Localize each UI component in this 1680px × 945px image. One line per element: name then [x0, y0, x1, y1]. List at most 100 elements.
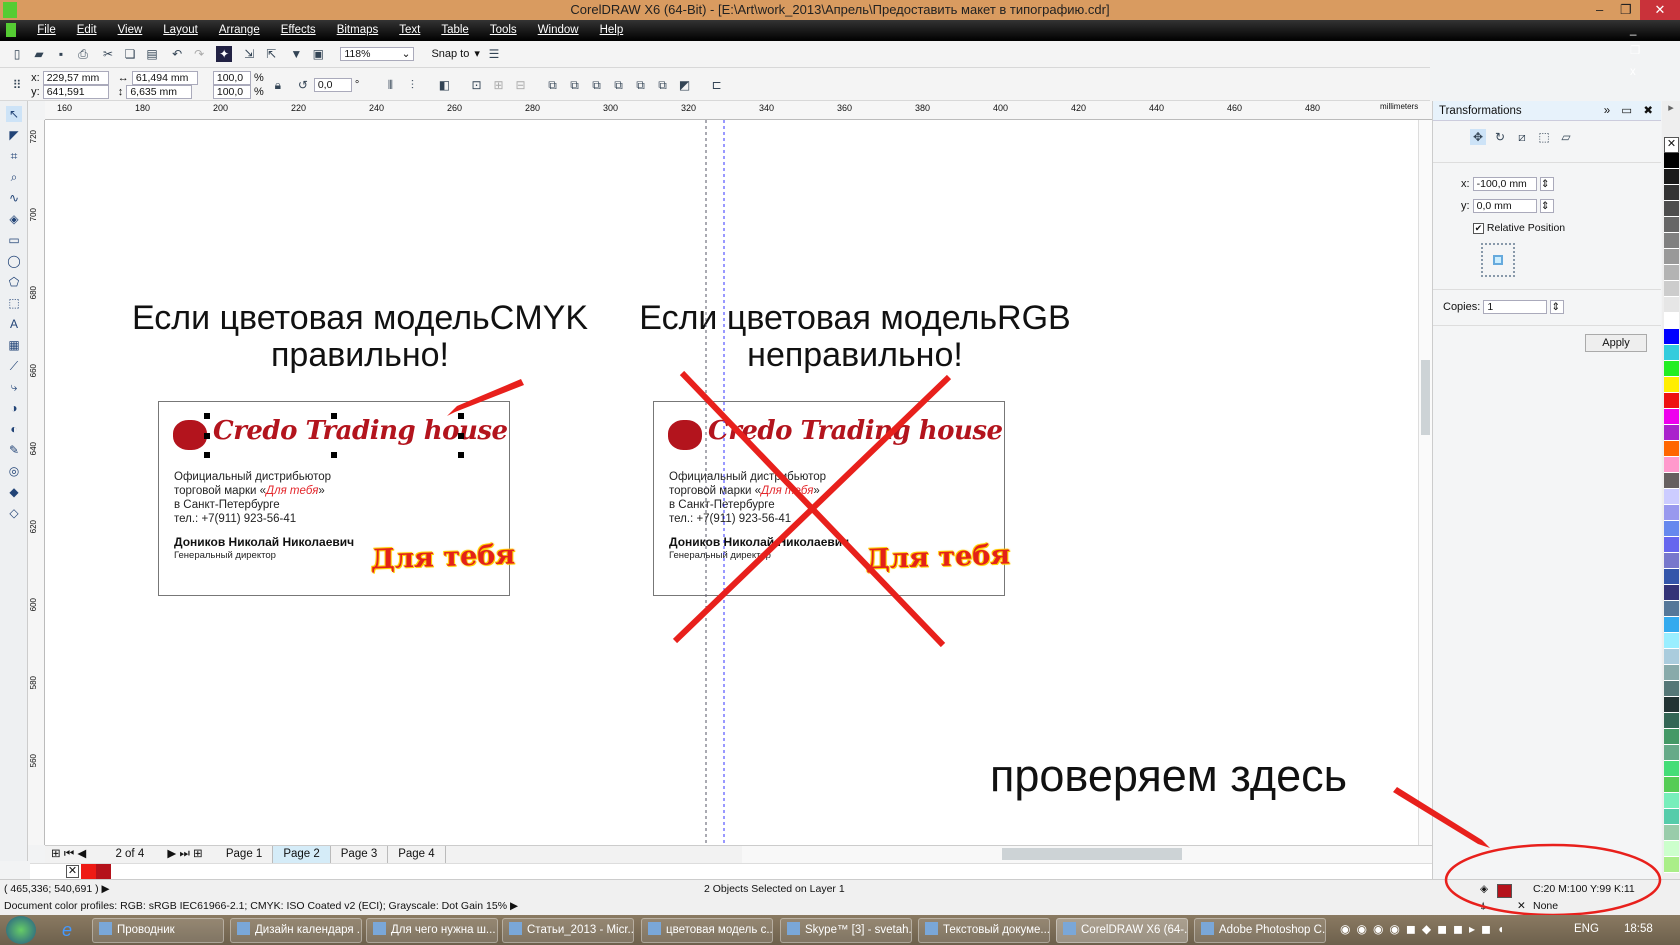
color-profiles[interactable]: Document color profiles: RGB: sRGB IEC61…: [4, 900, 507, 912]
publish-pdf-icon[interactable]: ▼: [288, 46, 304, 62]
width-field[interactable]: 61,494 mm: [131, 71, 198, 86]
welcome-screen-icon[interactable]: ▣: [310, 46, 326, 62]
snap-to-button[interactable]: Snap to: [431, 48, 469, 60]
color-swatch[interactable]: [1664, 457, 1679, 473]
blend-tool-icon[interactable]: ◑: [6, 400, 22, 416]
group-icon[interactable]: ⊡: [469, 77, 485, 93]
page-nav-buttons[interactable]: ⊞ ⏮ ◀: [51, 848, 86, 860]
taskbar-item[interactable]: Skype™ [3] - svetah...: [780, 918, 912, 943]
table-tool-icon[interactable]: ▦: [6, 337, 22, 353]
print-icon[interactable]: ⎙: [75, 46, 91, 62]
status-expand-icon[interactable]: ▶: [102, 883, 110, 895]
color-swatch[interactable]: [1664, 521, 1679, 537]
menu-bitmaps[interactable]: Bitmaps: [337, 24, 379, 36]
fill-tool-icon[interactable]: ◆: [6, 484, 22, 500]
position-tab-icon[interactable]: ✥: [1470, 129, 1486, 145]
color-swatch[interactable]: [1664, 713, 1679, 729]
tray-icons[interactable]: ◉◉◉◉◼◆◼◼▸◼◖: [1340, 922, 1510, 936]
y-position-field[interactable]: 641,591 mm: [42, 85, 109, 110]
tab-page-4[interactable]: Page 4: [388, 846, 446, 863]
outline-tool-icon[interactable]: ◎: [6, 463, 22, 479]
eyedropper-tool-icon[interactable]: ✎: [6, 442, 22, 458]
zoom-tool-icon[interactable]: ⌕: [6, 169, 22, 185]
menu-help[interactable]: Help: [600, 24, 624, 36]
text-tool-icon[interactable]: A: [6, 316, 22, 332]
copy-icon[interactable]: ❏: [122, 46, 138, 62]
object-origin-icon[interactable]: ⠿: [9, 77, 25, 93]
start-button[interactable]: [6, 916, 36, 944]
create-boundary-icon[interactable]: ◩: [677, 77, 693, 93]
x-spinner[interactable]: ⇕: [1539, 177, 1554, 192]
menu-file[interactable]: File: [37, 24, 56, 36]
tab-page-1[interactable]: Page 1: [216, 846, 274, 863]
color-swatch[interactable]: [1664, 201, 1679, 217]
language-indicator[interactable]: ENG: [1574, 923, 1599, 935]
open-icon[interactable]: ▰: [31, 46, 47, 62]
height-field[interactable]: 6,635 mm: [126, 85, 193, 100]
mirror-v-icon[interactable]: ⫶: [404, 77, 420, 93]
simplify-icon[interactable]: ⧉: [611, 77, 627, 93]
interactive-fill-icon[interactable]: ◇: [6, 505, 22, 521]
color-swatch[interactable]: [1664, 505, 1679, 521]
y-spinner[interactable]: ⇕: [1539, 199, 1554, 214]
color-swatch[interactable]: [1664, 729, 1679, 745]
export-icon[interactable]: ⇱: [263, 46, 279, 62]
menu-edit[interactable]: Edit: [77, 24, 97, 36]
transparency-tool-icon[interactable]: ◐: [6, 421, 22, 437]
color-swatch[interactable]: [1664, 377, 1679, 393]
color-swatch[interactable]: [1664, 569, 1679, 585]
menu-text[interactable]: Text: [399, 24, 420, 36]
color-swatch[interactable]: [1664, 553, 1679, 569]
dimension-tool-icon[interactable]: ⟋: [6, 358, 22, 374]
smart-fill-icon[interactable]: ◈: [6, 211, 22, 227]
basic-shapes-icon[interactable]: ⬚: [6, 295, 22, 311]
horizontal-ruler[interactable]: 160 180 200 220 240 260 280 300 320 340 360 380 400 4…: [45, 101, 1432, 120]
color-swatch[interactable]: [1664, 217, 1679, 233]
options-icon[interactable]: ☰: [486, 46, 502, 62]
color-swatch[interactable]: [1664, 409, 1679, 425]
taskbar-item[interactable]: CorelDRAW X6 (64-...: [1056, 918, 1188, 943]
anchor-grid[interactable]: [1481, 243, 1515, 277]
search-content-icon[interactable]: ✦: [216, 46, 233, 62]
color-swatch[interactable]: [1664, 345, 1679, 361]
menu-layout[interactable]: Layout: [163, 24, 198, 36]
color-swatch[interactable]: [1664, 697, 1679, 713]
scale-y-field[interactable]: 100,0: [212, 85, 251, 100]
color-swatch[interactable]: [1664, 633, 1679, 649]
copies-field[interactable]: 1: [1483, 300, 1548, 315]
horizontal-scrollbar[interactable]: [742, 846, 1432, 863]
ungroup-icon[interactable]: ⊞: [491, 77, 507, 93]
align-distribute-icon[interactable]: ⊏: [709, 77, 725, 93]
freehand-tool-icon[interactable]: ∿: [6, 190, 22, 206]
pick-tool-icon[interactable]: ↖: [6, 106, 22, 122]
drawing-canvas[interactable]: Если цветовая модельCMYK правильно! Если…: [45, 120, 1418, 845]
clock[interactable]: 18:58: [1624, 923, 1653, 935]
cut-icon[interactable]: ✂: [100, 46, 116, 62]
vertical-scrollbar[interactable]: [1418, 120, 1432, 845]
color-swatch[interactable]: [1664, 441, 1679, 457]
taskbar-item[interactable]: Adobe Photoshop C...: [1194, 918, 1326, 943]
color-swatch[interactable]: [1664, 473, 1679, 489]
taskbar-item[interactable]: Для чего нужна ш...: [366, 918, 498, 943]
no-color-swatch[interactable]: ✕: [1664, 137, 1679, 153]
ie-icon[interactable]: e: [62, 920, 72, 941]
color-swatch[interactable]: [81, 864, 96, 879]
color-swatch[interactable]: [1664, 297, 1679, 313]
ellipse-tool-icon[interactable]: ◯: [6, 253, 22, 269]
color-swatch[interactable]: [1664, 489, 1679, 505]
trim-icon[interactable]: ⧉: [567, 77, 583, 93]
color-swatch[interactable]: [1664, 153, 1679, 169]
taskbar-item[interactable]: Проводник: [92, 918, 224, 943]
menu-arrange[interactable]: Arrange: [219, 24, 260, 36]
rectangle-tool-icon[interactable]: ▭: [6, 232, 22, 248]
color-swatch[interactable]: [1664, 185, 1679, 201]
rotate-tab-icon[interactable]: ↻: [1492, 129, 1508, 145]
no-color-swatch[interactable]: ✕: [66, 865, 79, 878]
connector-tool-icon[interactable]: ⤷: [6, 379, 22, 395]
zoom-level-select[interactable]: 118% ⌄: [340, 47, 415, 61]
taskbar-item[interactable]: Дизайн календаря ...: [230, 918, 362, 943]
relative-position-checkbox[interactable]: ✔: [1473, 223, 1484, 234]
shape-tool-icon[interactable]: ◤: [6, 127, 22, 143]
color-swatch[interactable]: [1664, 249, 1679, 265]
redo-icon[interactable]: ↷: [191, 46, 207, 62]
